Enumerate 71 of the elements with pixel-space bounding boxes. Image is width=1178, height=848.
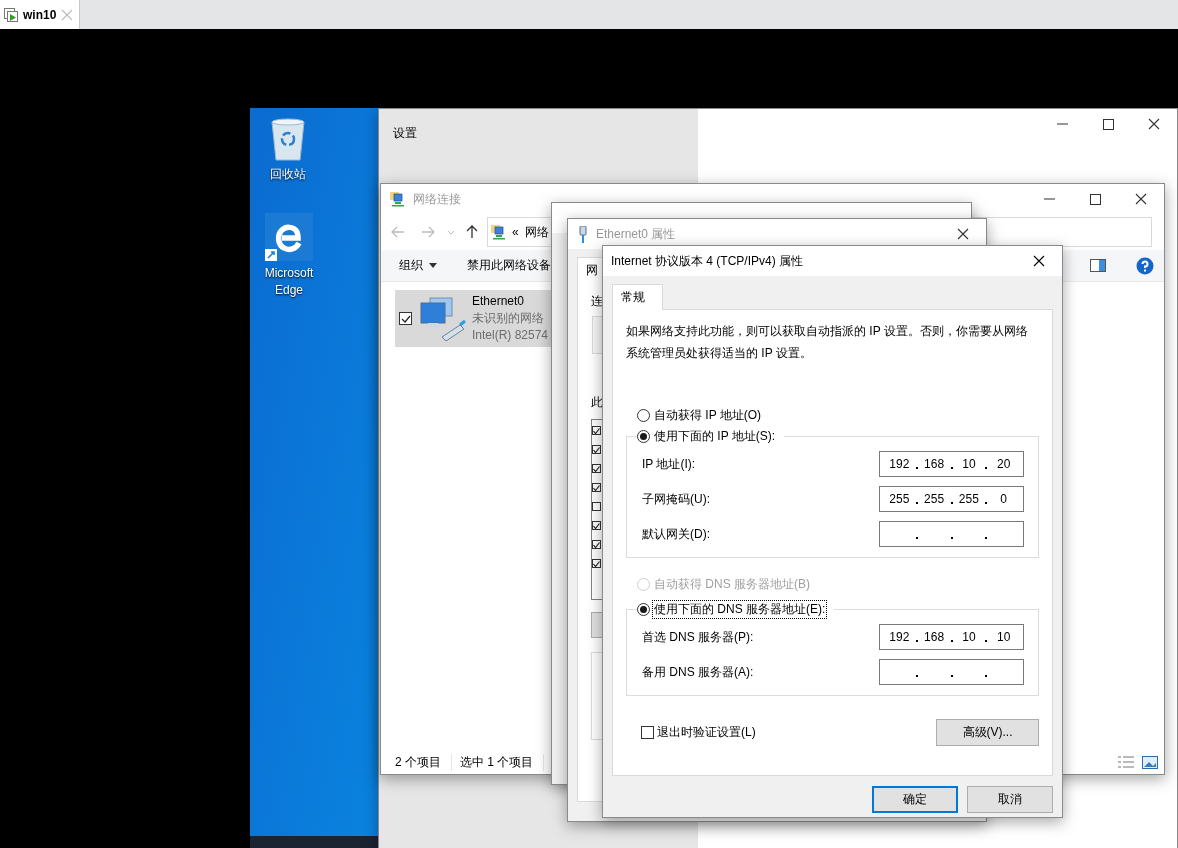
window-title: 设置 [393,125,418,142]
status-text: 2 个项目 [395,753,452,771]
ip-address-field[interactable]: 192 168 10 20 [879,451,1024,477]
tab[interactable]: 常规 [612,284,663,310]
radio-button[interactable] [637,603,650,616]
dialog-button[interactable]: 确定 [872,786,958,813]
minimize-icon [1043,198,1055,200]
up-arrow-icon [466,225,478,239]
radio-label[interactable]: 使用下面的 DNS 服务器地址(E): [653,601,827,618]
desktop-shortcut[interactable]: Microsoft Edge [251,213,327,299]
checkbox[interactable] [592,426,601,435]
field-label: 默认网关(D): [642,525,710,543]
help-icon[interactable] [1136,256,1154,275]
status-text: 选中 1 个项目 [460,753,545,771]
browser-logo-icon [265,213,313,261]
ip-address-field[interactable]: 255 255 255 0 [879,486,1024,512]
x-icon [1033,255,1045,267]
x-icon [957,228,969,240]
ip-address-field[interactable] [879,659,1024,685]
field-label: 备用 DNS 服务器(A): [642,663,754,681]
radio-label[interactable]: 自动获得 IP 地址(O) [653,407,763,424]
cable-icon [578,225,588,243]
field-label: 连 [591,293,603,310]
radio-button[interactable] [637,409,650,422]
breadcrumb-item[interactable]: 网络 [524,223,549,241]
radio-button[interactable] [637,430,650,443]
advanced-button[interactable]: 高级(V)... [936,719,1039,746]
breadcrumb-separator: « [512,225,519,239]
field-label: IP 地址(I): [642,455,696,473]
dialog-button[interactable]: 取消 [967,786,1053,813]
chevron-icon [447,229,455,235]
recycle-bin-icon [268,118,308,162]
window-title: 网络连接 [413,190,461,208]
field-label: 首选 DNS 服务器(P): [642,628,754,646]
vm-icon [4,7,18,22]
x-icon [1148,118,1160,130]
ip-address-field[interactable] [879,521,1024,547]
connection-name: Ethernet0 [472,293,526,310]
checkbox[interactable] [592,559,601,568]
back-arrow-icon [391,226,405,238]
network-computers-icon [418,294,466,343]
forward-arrow-icon [421,226,435,238]
checkbox[interactable] [592,502,601,511]
maximize-icon [1089,193,1101,205]
x-icon [1135,193,1147,205]
validate-checkbox[interactable]: 退出时验证设置(L) [641,724,756,741]
ip-address-field[interactable]: 192 168 10 10 [879,624,1024,650]
caret-icon [429,263,437,268]
connection-status: 未识别的网络 [472,310,545,327]
maximize-icon [1102,118,1114,130]
checkbox[interactable] [592,445,601,454]
desktop-shortcut[interactable]: 回收站 [250,118,326,183]
checkbox[interactable] [592,540,601,549]
close-tab-icon [61,8,74,21]
vm-tab[interactable]: win10 [0,0,80,29]
checkbox[interactable] [399,312,412,325]
window-title: Ethernet0 属性 [596,225,676,243]
minimize-icon [1056,123,1068,125]
up-button[interactable] [464,224,480,240]
checkbox[interactable] [592,521,601,530]
checkbox[interactable] [592,464,601,473]
toolbar-button[interactable]: 禁用此网络设备 [467,257,551,274]
network-folder-icon [490,224,506,240]
radio-label[interactable]: 使用下面的 IP 地址(S): [653,428,777,445]
preview-pane-icon[interactable] [1090,259,1106,272]
field-label: 子网掩码(U): [642,490,710,508]
toolbar-button[interactable]: 组织 [399,257,437,274]
adapter-name: Intel(R) 82574 [472,327,549,344]
network-folder-icon [389,191,405,207]
large-icons-view-icon[interactable] [1142,755,1158,769]
checkbox[interactable] [592,483,601,492]
